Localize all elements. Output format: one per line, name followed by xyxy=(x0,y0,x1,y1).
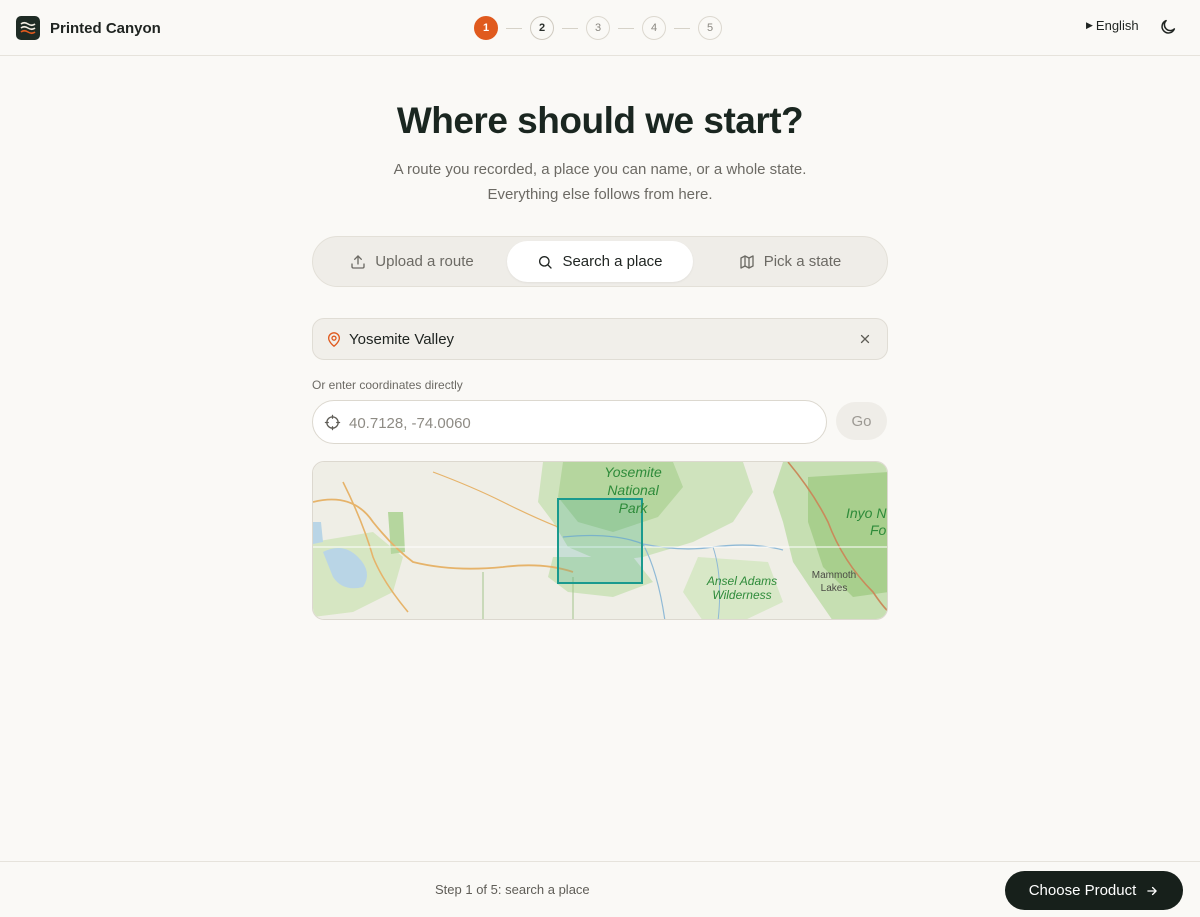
brand[interactable]: Printed Canyon xyxy=(16,16,161,40)
cta-label: Choose Product xyxy=(1028,882,1137,899)
step-1: 1 xyxy=(474,16,498,40)
tab-label: Pick a state xyxy=(763,253,842,270)
step-4: 4 xyxy=(642,16,666,40)
tab-label: Upload a route xyxy=(375,253,474,270)
step-connector xyxy=(674,27,690,29)
go-button[interactable]: Go xyxy=(836,402,887,440)
step-5: 5 xyxy=(698,16,722,40)
clear-icon[interactable] xyxy=(858,332,872,346)
map-label-forest: Inyo N xyxy=(846,505,887,521)
source-tabs: Upload a route Search a place Pick a sta… xyxy=(312,236,888,287)
subtitle-line: Everything else follows from here. xyxy=(487,186,713,203)
map-label-forest: Fo xyxy=(870,522,887,538)
map-icon xyxy=(740,254,754,269)
step-2: 2 xyxy=(530,16,554,40)
moon-icon xyxy=(1161,19,1176,34)
map-label-wilderness: Ansel Adams xyxy=(706,574,777,588)
map-label-park: Yosemite xyxy=(604,464,662,480)
map-label-wilderness: Wilderness xyxy=(712,588,771,602)
logo-icon xyxy=(16,16,40,40)
step-connector xyxy=(618,27,634,29)
progress-stepper: 1 2 3 4 5 xyxy=(474,16,722,40)
coordinates-field xyxy=(312,400,827,444)
map-label-town: Lakes xyxy=(821,583,848,594)
upload-icon xyxy=(351,254,365,269)
tab-pick-state[interactable]: Pick a state xyxy=(697,241,883,282)
crosshair-icon xyxy=(324,414,341,431)
map-label-park: National xyxy=(607,482,659,498)
subtitle-line: A route you recorded, a place you can na… xyxy=(393,161,807,178)
top-bar: Printed Canyon 1 2 3 4 5 ▶ English xyxy=(0,0,1200,56)
place-search-input[interactable] xyxy=(349,328,829,350)
step-3: 3 xyxy=(586,16,610,40)
page-subtitle: A route you recorded, a place you can na… xyxy=(0,157,1200,207)
language-label: English xyxy=(1095,18,1139,33)
arrow-right-icon xyxy=(1147,886,1158,895)
tab-upload-route[interactable]: Upload a route xyxy=(317,241,507,282)
page-title: Where should we start? xyxy=(396,100,804,141)
caret-right-icon: ▶ xyxy=(1086,20,1093,30)
theme-toggle-button[interactable] xyxy=(1159,18,1177,36)
map-label-park: Park xyxy=(619,500,649,516)
place-search-field xyxy=(312,318,888,360)
bottom-bar: Step 1 of 5: search a place Choose Produ… xyxy=(0,861,1200,917)
step-connector xyxy=(506,27,522,29)
step-connector xyxy=(562,27,578,29)
map-label-town: Mammoth xyxy=(812,570,856,581)
map-pin-icon xyxy=(328,332,340,347)
choose-product-button[interactable]: Choose Product xyxy=(1005,871,1183,910)
search-icon xyxy=(539,255,553,269)
tab-label: Search a place xyxy=(562,253,663,270)
coordinates-input[interactable] xyxy=(349,412,809,434)
step-status: Step 1 of 5: search a place xyxy=(435,882,590,897)
language-selector[interactable]: ▶ English xyxy=(1086,18,1139,33)
brand-name: Printed Canyon xyxy=(50,19,161,37)
tab-search-place[interactable]: Search a place xyxy=(507,241,693,282)
coordinates-label: Or enter coordinates directly xyxy=(312,378,463,392)
map-preview[interactable]: Yosemite National Park Ansel Adams Wilde… xyxy=(312,461,888,620)
